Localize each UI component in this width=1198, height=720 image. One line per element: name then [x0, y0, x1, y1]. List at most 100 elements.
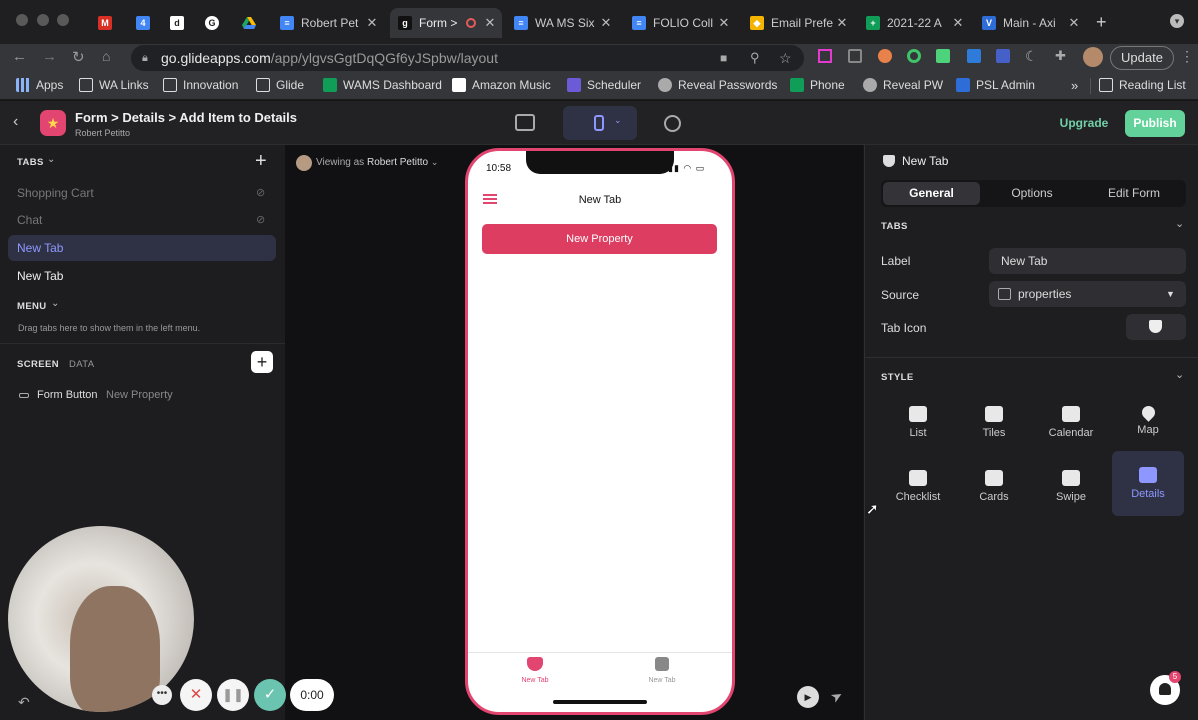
bookmark-reveal-pw[interactable]: Reveal PW: [863, 78, 943, 92]
browser-tab-wa[interactable]: ≡ WA MS Six ✕: [506, 8, 618, 38]
source-select[interactable]: properties ▼: [989, 281, 1186, 307]
component-row[interactable]: Form Button New Property: [8, 383, 276, 407]
phone-nav-tab[interactable]: New Tab: [635, 677, 689, 684]
notifications-button[interactable]: 5: [1150, 671, 1181, 705]
back-icon[interactable]: ‹: [13, 113, 18, 131]
address-bar[interactable]: 🔒︎ go.glideapps.com/app/ylgvsGgtDqQGf6yJ…: [131, 45, 804, 71]
browser-tab-drive[interactable]: [234, 8, 264, 38]
tab-item-shopping-cart[interactable]: Shopping Cart ⊘: [8, 180, 276, 206]
tab-shield-icon[interactable]: [527, 657, 543, 671]
bookmark-wams[interactable]: WAMS Dashboard: [323, 78, 442, 92]
breadcrumb[interactable]: Form > Details > Add Item to Details: [75, 110, 297, 125]
menu-section-title[interactable]: MENU: [17, 301, 47, 312]
style-details-selected[interactable]: Details: [1112, 451, 1184, 516]
label-input[interactable]: New Tab: [989, 248, 1186, 274]
chevron-down-icon[interactable]: ⌄: [1175, 217, 1184, 230]
more-options-icon[interactable]: •••: [152, 685, 172, 705]
close-tab-icon[interactable]: ✕: [1066, 15, 1082, 31]
style-map[interactable]: Map: [1112, 394, 1184, 452]
profile-avatar[interactable]: [1083, 47, 1103, 67]
bookmark-amazon[interactable]: Amazon Music: [452, 78, 551, 92]
cancel-recording-icon[interactable]: ✕: [180, 679, 212, 711]
bookmark-star-icon[interactable]: ☆: [779, 45, 792, 71]
bookmark-reveal-passwords[interactable]: Reveal Passwords: [658, 78, 777, 92]
tabs-section-title[interactable]: TABS: [17, 157, 44, 168]
bookmark-glide[interactable]: Glide: [256, 78, 304, 92]
forward-icon[interactable]: →: [42, 48, 57, 65]
close-tab-icon[interactable]: ✕: [950, 15, 966, 31]
browser-tab-gmail[interactable]: M: [90, 8, 120, 38]
close-tab-icon[interactable]: ✕: [364, 15, 380, 31]
hidden-eye-icon[interactable]: ⊘: [256, 180, 265, 206]
browser-tab-sheets[interactable]: +2021-22 A ✕: [858, 8, 970, 38]
layout-editor-button[interactable]: ⌄: [563, 106, 637, 140]
zoom-icon[interactable]: ⚲: [750, 45, 760, 71]
phone-nav-tab[interactable]: New Tab: [508, 677, 562, 684]
bookmark-innovation[interactable]: Innovation: [163, 78, 238, 92]
settings-icon[interactable]: [664, 115, 681, 132]
update-button[interactable]: Update: [1110, 46, 1174, 70]
dark-mode-icon[interactable]: ☾: [1025, 48, 1038, 65]
extension-icon[interactable]: [936, 49, 950, 63]
upgrade-button[interactable]: Upgrade: [1055, 110, 1113, 136]
extension-icon[interactable]: [818, 49, 832, 63]
browser-tab-d[interactable]: d: [162, 8, 192, 38]
tab-general[interactable]: General: [883, 182, 980, 205]
home-icon[interactable]: ⌂: [102, 48, 110, 64]
tab-edit-form[interactable]: Edit Form: [1084, 182, 1184, 205]
extension-icon[interactable]: [848, 49, 862, 63]
browser-tab-folio[interactable]: ≡ FOLIO Coll ✕: [624, 8, 736, 38]
reading-list[interactable]: Reading List: [1099, 78, 1186, 92]
tab-options[interactable]: Options: [983, 182, 1081, 205]
reload-icon[interactable]: ↻: [72, 48, 85, 66]
tab-item-chat[interactable]: Chat ⊘: [8, 207, 276, 233]
maximize-window-icon[interactable]: [57, 14, 69, 26]
finish-recording-icon[interactable]: ✓: [254, 679, 286, 711]
undo-icon[interactable]: ↶: [18, 694, 30, 711]
extension-icon[interactable]: [878, 49, 892, 63]
close-window-icon[interactable]: [16, 14, 28, 26]
camera-icon[interactable]: ■: [720, 45, 727, 71]
tab-item-new-tab[interactable]: New Tab: [8, 263, 276, 289]
data-editor-icon[interactable]: [515, 114, 535, 131]
bookmark-psl-admin[interactable]: PSL Admin: [956, 78, 1035, 92]
pause-recording-icon[interactable]: ❚❚: [217, 679, 249, 711]
more-icon[interactable]: ⋮: [1180, 48, 1194, 65]
bookmark-phone[interactable]: Phone: [790, 78, 845, 92]
style-checklist[interactable]: Checklist: [882, 458, 954, 516]
bookmark-scheduler[interactable]: Scheduler: [567, 78, 641, 92]
browser-tab-g[interactable]: G: [197, 8, 227, 38]
browser-tab-robert[interactable]: ≡ Robert Pet ✕: [272, 8, 384, 38]
new-tab-icon[interactable]: +: [1096, 12, 1107, 33]
extension-icon[interactable]: [996, 49, 1010, 63]
chevron-down-icon[interactable]: ⌄: [1175, 368, 1184, 381]
new-property-button[interactable]: New Property: [482, 224, 717, 254]
data-tab[interactable]: DATA: [69, 359, 95, 370]
chevron-down-icon[interactable]: ⌄: [47, 154, 55, 165]
tab-icon-picker[interactable]: [1126, 314, 1186, 340]
style-tiles[interactable]: Tiles: [958, 394, 1030, 452]
style-list[interactable]: List: [882, 394, 954, 452]
viewing-as[interactable]: Viewing as Robert Petitto ⌄: [316, 157, 438, 168]
style-swipe[interactable]: Swipe: [1035, 458, 1107, 516]
tab-search-icon[interactable]: ▾: [1170, 14, 1184, 28]
hidden-eye-icon[interactable]: ⊘: [256, 207, 265, 233]
puzzle-icon[interactable]: ✚: [1055, 48, 1066, 64]
browser-tab-form[interactable]: g Form > ✕: [390, 8, 502, 38]
add-component-button[interactable]: +: [251, 351, 273, 373]
minimize-window-icon[interactable]: [37, 14, 49, 26]
extension-icon[interactable]: [907, 49, 921, 63]
close-tab-icon[interactable]: ✕: [834, 15, 850, 31]
add-tab-icon[interactable]: +: [255, 150, 267, 173]
browser-tab-email[interactable]: ◆ Email Prefe ✕: [742, 8, 854, 38]
close-tab-icon[interactable]: ✕: [598, 15, 614, 31]
bookmark-apps[interactable]: Apps: [16, 78, 63, 92]
extension-icon[interactable]: [967, 49, 981, 63]
browser-tab-main[interactable]: V Main - Axi ✕: [974, 8, 1086, 38]
play-icon[interactable]: ▶: [797, 686, 819, 708]
publish-button[interactable]: Publish: [1125, 110, 1185, 137]
webcam-bubble[interactable]: [8, 526, 194, 712]
close-tab-icon[interactable]: ✕: [482, 15, 498, 31]
browser-tab-calendar[interactable]: 4: [128, 8, 158, 38]
bookmarks-overflow[interactable]: »: [1071, 78, 1078, 93]
